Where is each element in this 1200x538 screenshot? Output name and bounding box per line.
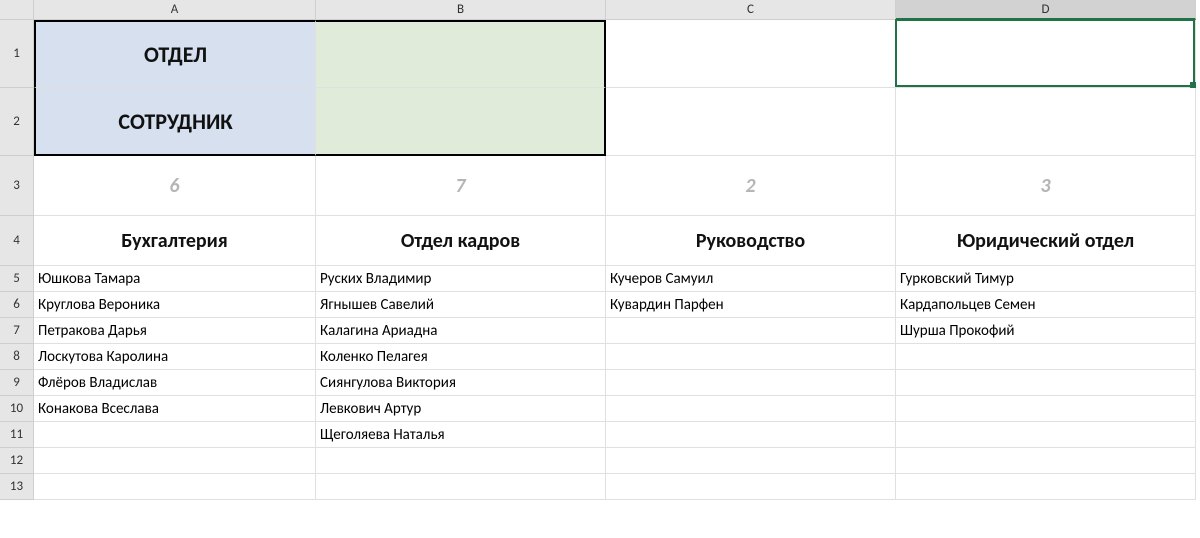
select-all-corner[interactable] <box>0 0 34 20</box>
cell-c9[interactable] <box>606 370 896 396</box>
cell-c11[interactable] <box>606 422 896 448</box>
row-header-8[interactable]: 8 <box>0 344 34 370</box>
cell-a9[interactable]: Флёров Владислав <box>34 370 316 396</box>
col-header-c[interactable]: C <box>606 0 896 20</box>
cell-a7[interactable]: Петракова Дарья <box>34 318 316 344</box>
cell-c2[interactable] <box>606 88 896 156</box>
cell-grid: ОТДЕЛ СОТРУДНИК 6 7 2 3 Бухгалтерия Отде… <box>34 20 1196 500</box>
cell-b13[interactable] <box>316 474 606 500</box>
row-header-10[interactable]: 10 <box>0 396 34 422</box>
cell-c10[interactable] <box>606 396 896 422</box>
cell-d10[interactable] <box>896 396 1196 422</box>
row-header-12[interactable]: 12 <box>0 448 34 474</box>
cell-a11[interactable] <box>34 422 316 448</box>
cell-c1[interactable] <box>606 20 896 88</box>
cell-d2[interactable] <box>896 88 1196 156</box>
header-emp-input[interactable] <box>316 88 606 156</box>
cell-c6[interactable]: Кувардин Парфен <box>606 292 896 318</box>
count-b[interactable]: 7 <box>316 156 606 216</box>
row-header-13[interactable]: 13 <box>0 474 34 500</box>
row-header-4[interactable]: 4 <box>0 216 34 266</box>
cell-d8[interactable] <box>896 344 1196 370</box>
cell-d11[interactable] <box>896 422 1196 448</box>
cell-b5[interactable]: Руских Владимир <box>316 266 606 292</box>
cell-b11[interactable]: Щеголяева Наталья <box>316 422 606 448</box>
spreadsheet: ABCD 12345678910111213 ОТДЕЛ СОТРУДНИК 6… <box>0 0 1200 538</box>
col-header-a[interactable]: A <box>34 0 316 20</box>
cell-b9[interactable]: Сиянгулова Виктория <box>316 370 606 396</box>
cell-c5[interactable]: Кучеров Самуил <box>606 266 896 292</box>
row-header-1[interactable]: 1 <box>0 20 34 88</box>
cell-d12[interactable] <box>896 448 1196 474</box>
cell-a10[interactable]: Конакова Всеслава <box>34 396 316 422</box>
row-header-3[interactable]: 3 <box>0 156 34 216</box>
cell-d5[interactable]: Гурковский Тимур <box>896 266 1196 292</box>
cell-c7[interactable] <box>606 318 896 344</box>
row-header-11[interactable]: 11 <box>0 422 34 448</box>
row-header-6[interactable]: 6 <box>0 292 34 318</box>
cell-a6[interactable]: Круглова Вероника <box>34 292 316 318</box>
count-a[interactable]: 6 <box>34 156 316 216</box>
cell-d1[interactable] <box>896 20 1196 88</box>
row-headers: 12345678910111213 <box>0 20 34 500</box>
row-header-5[interactable]: 5 <box>0 266 34 292</box>
count-d[interactable]: 3 <box>896 156 1196 216</box>
cell-d6[interactable]: Кардапольцев Семен <box>896 292 1196 318</box>
row-header-9[interactable]: 9 <box>0 370 34 396</box>
cell-c13[interactable] <box>606 474 896 500</box>
header-dept-label: ОТДЕЛ <box>34 20 316 88</box>
cell-c8[interactable] <box>606 344 896 370</box>
cell-d13[interactable] <box>896 474 1196 500</box>
dept-c[interactable]: Руководство <box>606 216 896 266</box>
cell-d9[interactable] <box>896 370 1196 396</box>
header-dept-input[interactable] <box>316 20 606 88</box>
row-header-7[interactable]: 7 <box>0 318 34 344</box>
col-header-b[interactable]: B <box>316 0 606 20</box>
cell-a13[interactable] <box>34 474 316 500</box>
cell-b8[interactable]: Коленко Пелагея <box>316 344 606 370</box>
dept-b[interactable]: Отдел кадров <box>316 216 606 266</box>
dept-d[interactable]: Юридический отдел <box>896 216 1196 266</box>
cell-b10[interactable]: Левкович Артур <box>316 396 606 422</box>
header-emp-label: СОТРУДНИК <box>34 88 316 156</box>
cell-a5[interactable]: Юшкова Тамара <box>34 266 316 292</box>
cell-b12[interactable] <box>316 448 606 474</box>
row-header-2[interactable]: 2 <box>0 88 34 156</box>
col-header-d[interactable]: D <box>896 0 1196 20</box>
cell-a8[interactable]: Лоскутова Каролина <box>34 344 316 370</box>
cell-d7[interactable]: Шурша Прокофий <box>896 318 1196 344</box>
cell-b7[interactable]: Калагина Ариадна <box>316 318 606 344</box>
cell-b6[interactable]: Ягнышев Савелий <box>316 292 606 318</box>
column-headers: ABCD <box>34 0 1196 20</box>
cell-c12[interactable] <box>606 448 896 474</box>
cell-a12[interactable] <box>34 448 316 474</box>
count-c[interactable]: 2 <box>606 156 896 216</box>
dept-a[interactable]: Бухгалтерия <box>34 216 316 266</box>
